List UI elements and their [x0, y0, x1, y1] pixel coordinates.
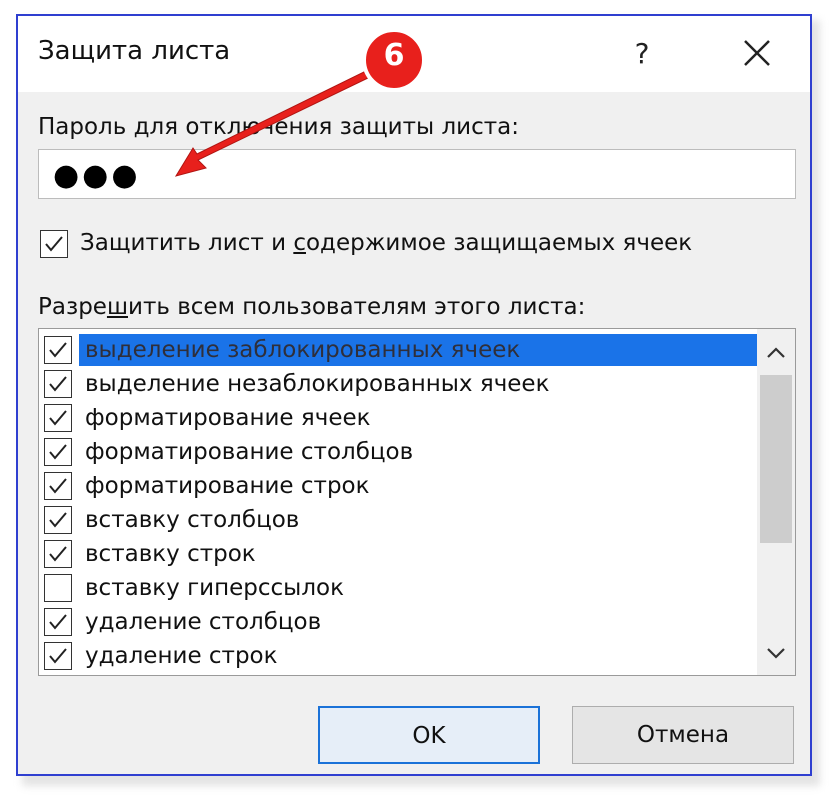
- protect-sheet-dialog: Защита листа ? Пароль для отключения защ…: [16, 14, 812, 776]
- permissions-label: Разрешить всем пользователям этого листа…: [38, 294, 585, 320]
- list-item-label: удаление столбцов: [85, 609, 322, 635]
- checkmark-icon: [49, 342, 67, 358]
- protect-label: Защитить лист и содержимое защищаемых яч…: [80, 230, 692, 256]
- list-item[interactable]: форматирование строк: [39, 469, 751, 503]
- protect-checkbox[interactable]: [40, 230, 68, 258]
- dialog-title: Защита листа: [38, 36, 231, 66]
- step-badge-number: 6: [383, 38, 405, 73]
- list-item[interactable]: форматирование ячеек: [39, 401, 751, 435]
- list-item-checkbox[interactable]: [44, 472, 72, 500]
- list-item-checkbox[interactable]: [44, 540, 72, 568]
- ok-button[interactable]: OK: [318, 706, 540, 764]
- protect-label-rest: одержимое защищаемых ячеек: [305, 230, 693, 256]
- scroll-down-button[interactable]: [757, 635, 795, 671]
- permissions-label-rest: ить всем пользователям этого листа:: [128, 294, 586, 320]
- checkmark-icon: [49, 546, 67, 562]
- cancel-button[interactable]: Отмена: [572, 706, 794, 764]
- protect-label-hotkey: с: [293, 230, 306, 256]
- permissions-label-hotkey: ш: [106, 294, 128, 320]
- list-item-checkbox[interactable]: [44, 608, 72, 636]
- list-item-label: форматирование строк: [85, 473, 370, 499]
- list-item-checkbox[interactable]: [44, 370, 72, 398]
- list-item[interactable]: удаление строк: [39, 639, 751, 673]
- list-item[interactable]: вставку гиперссылок: [39, 571, 751, 605]
- list-item[interactable]: выделение заблокированных ячеек: [39, 333, 759, 367]
- chevron-up-icon: [767, 347, 785, 358]
- list-item[interactable]: удаление столбцов: [39, 605, 751, 639]
- help-button[interactable]: ?: [620, 32, 664, 76]
- checkmark-icon: [49, 444, 67, 460]
- checkmark-icon: [45, 236, 63, 252]
- list-item-label: выделение незаблокированных ячеек: [85, 371, 550, 397]
- list-item-label: форматирование столбцов: [85, 439, 414, 465]
- list-item-checkbox[interactable]: [44, 404, 72, 432]
- list-item-label: удаление строк: [85, 643, 278, 669]
- password-label: Пароль для отключения защиты листа:: [38, 114, 520, 140]
- checkmark-icon: [49, 512, 67, 528]
- permissions-list[interactable]: выделение заблокированных ячеек выделение…: [38, 328, 796, 676]
- protect-label-part: Защитить лист и: [80, 230, 294, 256]
- list-item-label: вставку гиперссылок: [85, 575, 344, 601]
- list-item-checkbox[interactable]: [44, 506, 72, 534]
- list-item-checkbox[interactable]: [44, 336, 72, 364]
- checkmark-icon: [49, 478, 67, 494]
- permissions-label-part: Разре: [38, 294, 107, 320]
- list-item-label: выделение заблокированных ячеек: [79, 334, 759, 366]
- list-item-label: форматирование ячеек: [85, 405, 371, 431]
- close-icon: [744, 40, 770, 66]
- checkmark-icon: [49, 648, 67, 664]
- list-item[interactable]: форматирование столбцов: [39, 435, 751, 469]
- list-item-checkbox[interactable]: [44, 574, 72, 602]
- scroll-up-button[interactable]: [757, 335, 795, 371]
- list-item-label: вставку столбцов: [85, 507, 300, 533]
- checkmark-icon: [49, 410, 67, 426]
- checkmark-icon: [49, 614, 67, 630]
- chevron-down-icon: [767, 648, 785, 659]
- password-value: ●●●: [53, 158, 141, 193]
- list-item-checkbox[interactable]: [44, 642, 72, 670]
- scroll-thumb[interactable]: [760, 375, 792, 543]
- close-button[interactable]: [734, 30, 780, 76]
- list-item[interactable]: вставку столбцов: [39, 503, 751, 537]
- scrollbar[interactable]: [757, 329, 795, 675]
- list-item-checkbox[interactable]: [44, 438, 72, 466]
- list-item[interactable]: выделение незаблокированных ячеек: [39, 367, 751, 401]
- list-item-label: вставку строк: [85, 541, 256, 567]
- checkmark-icon: [49, 376, 67, 392]
- password-input[interactable]: ●●●: [38, 149, 796, 199]
- list-item[interactable]: вставку строк: [39, 537, 751, 571]
